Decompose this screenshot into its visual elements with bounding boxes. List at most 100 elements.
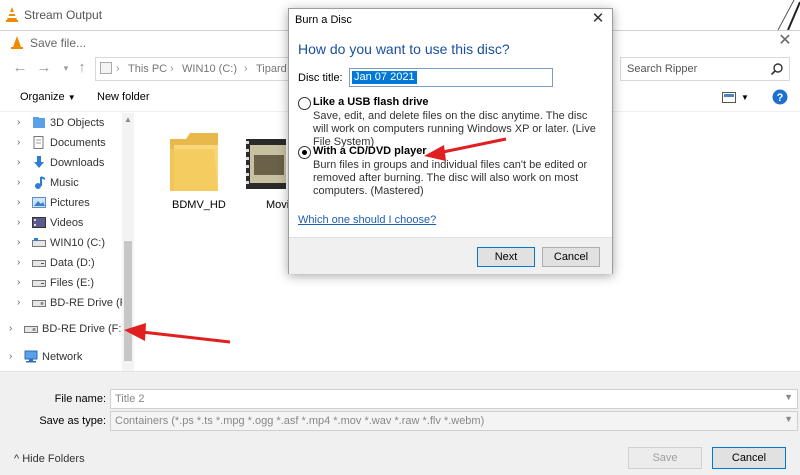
background-window-title: Stream Output: [24, 8, 103, 22]
expand-chevron-icon[interactable]: ›: [17, 217, 20, 228]
save-button[interactable]: Save: [628, 447, 702, 469]
recent-locations-chevron-icon[interactable]: ▾: [58, 60, 74, 76]
tree-item-label: Music: [50, 177, 79, 189]
video-file-icon: [246, 139, 286, 189]
disc-title-input[interactable]: Jan 07 2021: [349, 68, 553, 87]
tree-item-label: WIN10 (C:): [50, 237, 105, 249]
expand-chevron-icon[interactable]: ›: [17, 137, 20, 148]
view-options-icon[interactable]: [722, 92, 736, 103]
tree-item-label: Data (D:): [50, 257, 95, 269]
cancel-button[interactable]: Cancel: [712, 447, 786, 469]
search-icon[interactable]: [770, 62, 784, 76]
expand-chevron-icon[interactable]: ›: [17, 177, 20, 188]
help-link[interactable]: Which one should I choose?: [298, 214, 436, 226]
breadcrumb-separator-icon: ›: [116, 63, 120, 75]
tree-item-bd-re-drive-root[interactable]: › BD-RE Drive (F:): [0, 319, 125, 339]
disc-drive-icon: [24, 326, 38, 333]
disc-title-value: Jan 07 2021: [352, 71, 417, 84]
tree-item-label: Downloads: [50, 157, 105, 169]
expand-chevron-icon[interactable]: ›: [17, 297, 20, 308]
file-item-video[interactable]: Movi: [246, 125, 289, 230]
expand-chevron-icon[interactable]: ›: [9, 323, 12, 334]
up-arrow-icon[interactable]: ↑: [74, 60, 90, 76]
chevron-down-icon[interactable]: ▼: [784, 392, 793, 402]
expand-chevron-icon[interactable]: ›: [17, 257, 20, 268]
vlc-cone-icon: [11, 36, 23, 49]
expand-chevron-icon[interactable]: ›: [17, 157, 20, 168]
tree-item-label: Network: [42, 351, 83, 363]
folder-icon: [170, 133, 218, 191]
save-dialog-close-button[interactable]: ✕: [776, 32, 794, 50]
expand-chevron-icon[interactable]: ›: [17, 117, 20, 128]
tree-item-label: BD-RE Drive (F:): [42, 323, 126, 335]
file-item-folder[interactable]: BDMV_HD: [162, 125, 232, 230]
usb-flash-drive-radio[interactable]: [298, 97, 311, 110]
tree-item-downloads[interactable]: › Downloads: [0, 153, 122, 173]
breadcrumb-item[interactable]: This PC: [128, 63, 167, 75]
burn-dialog-close-button[interactable]: ✕: [589, 10, 607, 28]
pictures-icon: [32, 197, 46, 208]
hide-folders-label: Hide Folders: [22, 453, 85, 465]
burn-cancel-button[interactable]: Cancel: [542, 247, 600, 267]
organize-button[interactable]: Organize ▼: [20, 91, 76, 103]
option-title[interactable]: Like a USB flash drive: [313, 96, 429, 108]
svg-text:?: ?: [777, 92, 784, 104]
tree-item-label: BD-RE Drive (F:): [50, 297, 134, 309]
drive-icon: [32, 280, 46, 287]
tree-item-bd-re-drive[interactable]: › BD-RE Drive (F:): [0, 293, 133, 313]
tree-item-label: Files (E:): [50, 277, 94, 289]
search-input[interactable]: Search Ripper: [620, 57, 790, 81]
tree-item-music[interactable]: › Music: [0, 173, 122, 193]
tree-item-videos[interactable]: › Videos: [0, 213, 122, 233]
breadcrumb-item[interactable]: WIN10 (C:): [182, 63, 237, 75]
scroll-up-icon[interactable]: ▲: [124, 115, 132, 124]
tree-item-label: Videos: [50, 217, 84, 229]
tree-item-documents[interactable]: › Documents: [0, 133, 122, 153]
file-name-field[interactable]: Title 2 ▼: [110, 389, 798, 409]
cd-dvd-player-radio[interactable]: [298, 146, 311, 159]
breadcrumb-separator-icon: ›: [170, 63, 174, 75]
tree-item-label: 3D Objects: [50, 117, 105, 129]
tree-item-3d-objects[interactable]: › 3D Objects: [0, 113, 122, 133]
forward-arrow-icon[interactable]: →: [36, 60, 52, 76]
next-button[interactable]: Next: [477, 247, 535, 267]
music-icon: [35, 176, 46, 189]
drive-icon: [32, 260, 46, 267]
chevron-up-icon: ^: [14, 453, 20, 465]
file-name-value: Title 2: [115, 393, 145, 405]
radio-selected-dot: [302, 150, 307, 155]
back-arrow-icon[interactable]: ←: [12, 60, 28, 76]
file-item-label: BDMV_HD: [172, 199, 226, 211]
expand-chevron-icon[interactable]: ›: [9, 351, 12, 362]
chevron-down-icon[interactable]: ▼: [784, 414, 793, 424]
address-location-icon: [100, 62, 112, 74]
burn-dialog-heading: How do you want to use this disc?: [298, 41, 510, 57]
tree-item-label: Documents: [50, 137, 106, 149]
network-icon: [24, 350, 38, 363]
hide-folders-toggle[interactable]: ^ Hide Folders: [14, 453, 85, 465]
expand-chevron-icon[interactable]: ›: [17, 197, 20, 208]
tree-item-pictures[interactable]: › Pictures: [0, 193, 122, 213]
chevron-down-icon: ▼: [67, 93, 76, 102]
background-decoration: [777, 0, 800, 30]
tree-item-win10-c[interactable]: › WIN10 (C:): [0, 233, 122, 253]
file-name-label: File name:: [54, 393, 106, 405]
view-options-chevron-icon[interactable]: ▼: [741, 93, 749, 102]
annotation-arrow-icon: [124, 323, 231, 344]
tree-item-files-e[interactable]: › Files (E:): [0, 273, 122, 293]
expand-chevron-icon[interactable]: ›: [17, 277, 20, 288]
save-as-type-value: Containers (*.ps *.ts *.mpg *.ogg *.asf …: [115, 415, 485, 427]
tree-item-label: Pictures: [50, 197, 90, 209]
save-as-type-select[interactable]: Containers (*.ps *.ts *.mpg *.ogg *.asf …: [110, 411, 798, 431]
help-icon[interactable]: ?: [772, 89, 788, 105]
tree-item-data-d[interactable]: › Data (D:): [0, 253, 122, 273]
expand-chevron-icon[interactable]: ›: [17, 237, 20, 248]
tree-item-network[interactable]: › Network: [0, 347, 114, 367]
save-dialog-footer: File name: Title 2 ▼ Save as type: Conta…: [0, 371, 800, 475]
drive-icon: [32, 238, 46, 247]
new-folder-button[interactable]: New folder: [97, 91, 150, 103]
downloads-icon: [34, 156, 44, 168]
navigation-tree: › 3D Objects › Documents › Downloads › M…: [0, 113, 133, 371]
save-as-type-label: Save as type:: [39, 415, 106, 427]
organize-label: Organize: [20, 91, 65, 103]
